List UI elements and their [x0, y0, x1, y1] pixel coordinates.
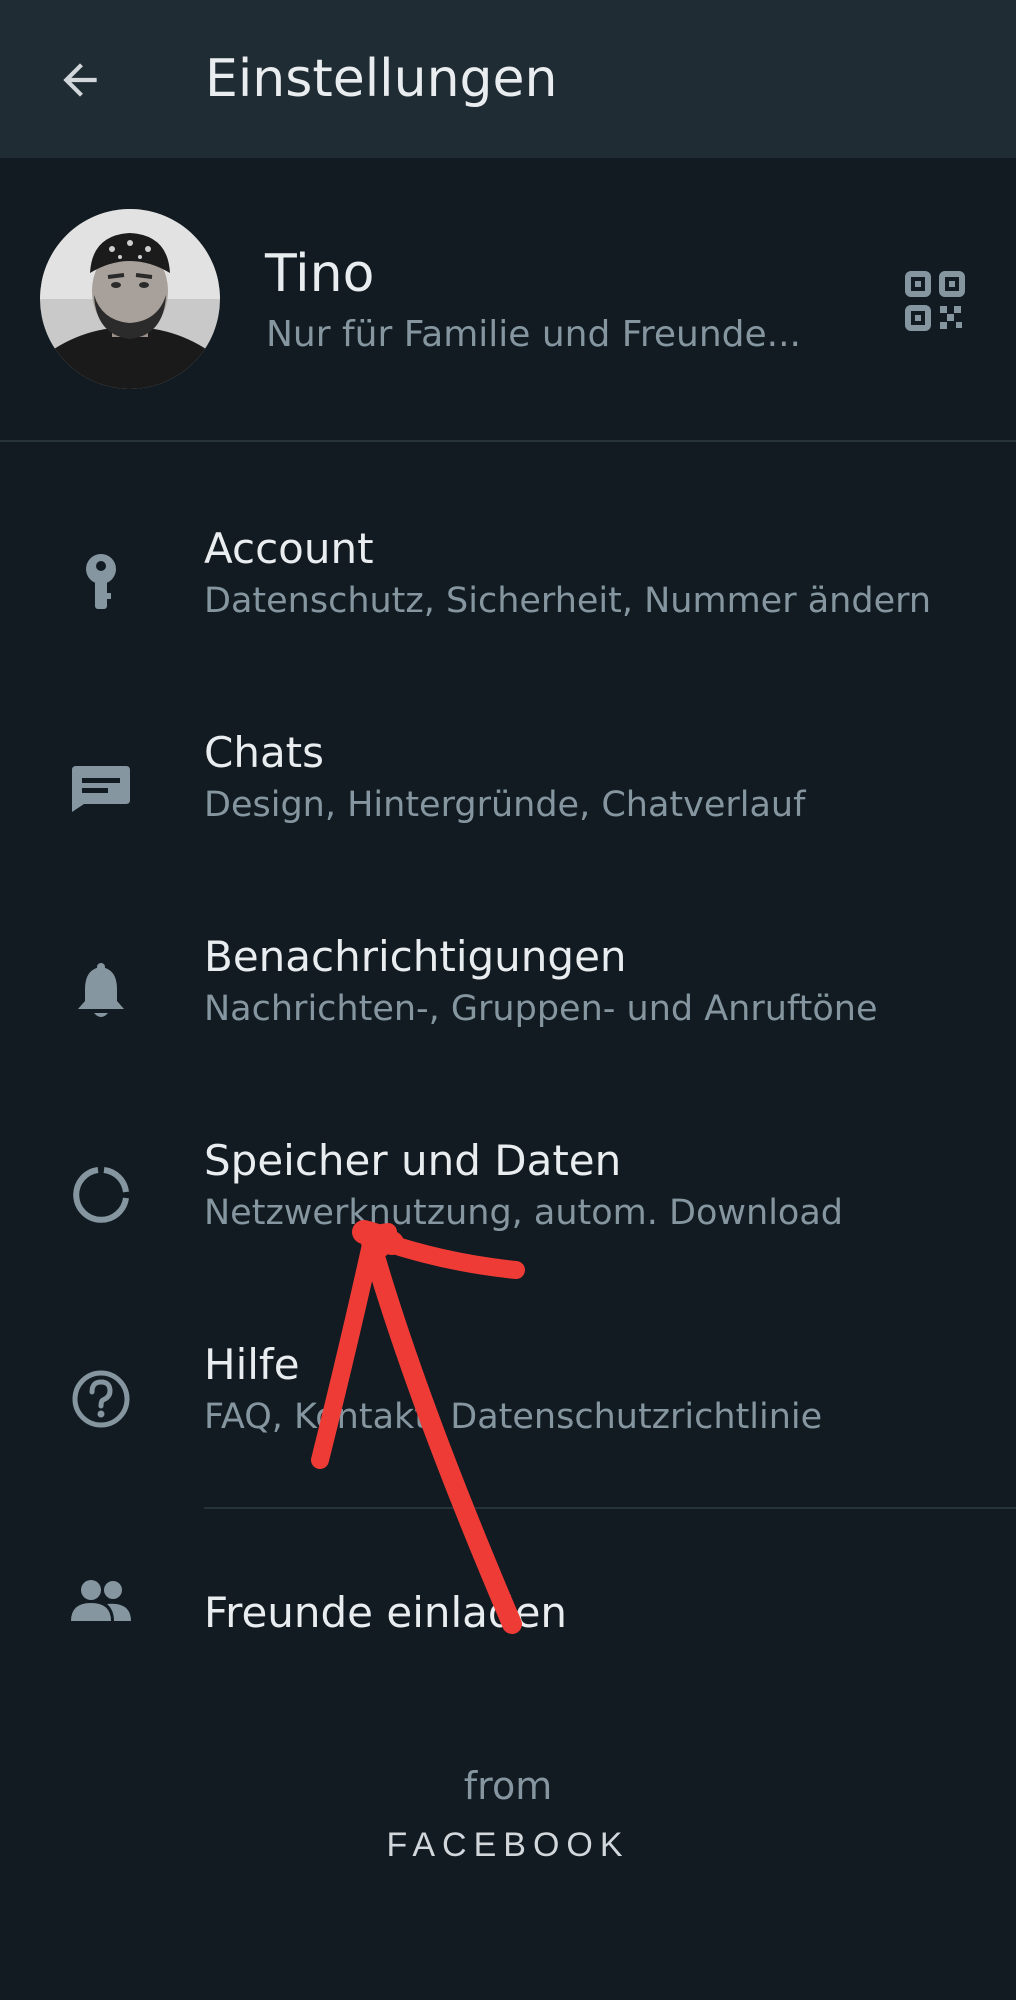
setting-chats-subtitle: Design, Hintergründe, Chatverlauf	[204, 785, 806, 825]
setting-help-title: Hilfe	[204, 1340, 300, 1389]
setting-storage-title: Speicher und Daten	[204, 1136, 622, 1185]
setting-account-title: Account	[204, 524, 374, 573]
footer-brand: FACEBOOK	[386, 1826, 630, 1864]
setting-storage[interactable]: Speicher und Daten Netzwerknutzung, auto…	[0, 1114, 1016, 1304]
qr-code-icon	[905, 271, 965, 331]
setting-notifications-subtitle: Nachrichten-, Gruppen- und Anruftöne	[204, 989, 878, 1029]
setting-account[interactable]: Account Datenschutz, Sicherheit, Nummer …	[0, 502, 1016, 692]
setting-invite[interactable]: Freunde einladen	[0, 1560, 1016, 1670]
avatar[interactable]	[40, 209, 220, 389]
app-bar: Einstellungen	[0, 0, 1016, 158]
qr-code-button[interactable]	[900, 266, 970, 336]
footer-from: from	[463, 1764, 553, 1808]
back-button[interactable]	[40, 40, 120, 120]
setting-chats-title: Chats	[204, 728, 325, 777]
setting-chats[interactable]: Chats Design, Hintergründe, Chatverlauf	[0, 706, 1016, 896]
page-title: Einstellungen	[205, 49, 558, 109]
help-icon	[66, 1364, 136, 1434]
profile-card[interactable]: Tino Nur für Familie und Freunde...	[0, 158, 1016, 440]
setting-account-subtitle: Datenschutz, Sicherheit, Nummer ändern	[204, 581, 932, 621]
profile-status: Nur für Familie und Freunde...	[266, 314, 801, 355]
key-icon	[66, 548, 136, 618]
chat-icon	[66, 752, 136, 822]
setting-help-subtitle: FAQ, Kontakt, Datenschutzrichtlinie	[204, 1397, 823, 1437]
people-icon	[66, 1566, 136, 1636]
help-divider	[204, 1507, 1016, 1509]
profile-name: Tino	[265, 244, 375, 304]
setting-storage-subtitle: Netzwerknutzung, autom. Download	[204, 1193, 844, 1233]
arrow-left-icon	[63, 63, 97, 97]
setting-invite-title: Freunde einladen	[204, 1588, 568, 1637]
setting-help[interactable]: Hilfe FAQ, Kontakt, Datenschutzrichtlini…	[0, 1318, 1016, 1508]
data-usage-icon	[66, 1160, 136, 1230]
setting-notifications-title: Benachrichtigungen	[204, 932, 627, 981]
setting-notifications[interactable]: Benachrichtigungen Nachrichten-, Gruppen…	[0, 910, 1016, 1100]
profile-divider	[0, 440, 1016, 442]
bell-icon	[66, 956, 136, 1026]
